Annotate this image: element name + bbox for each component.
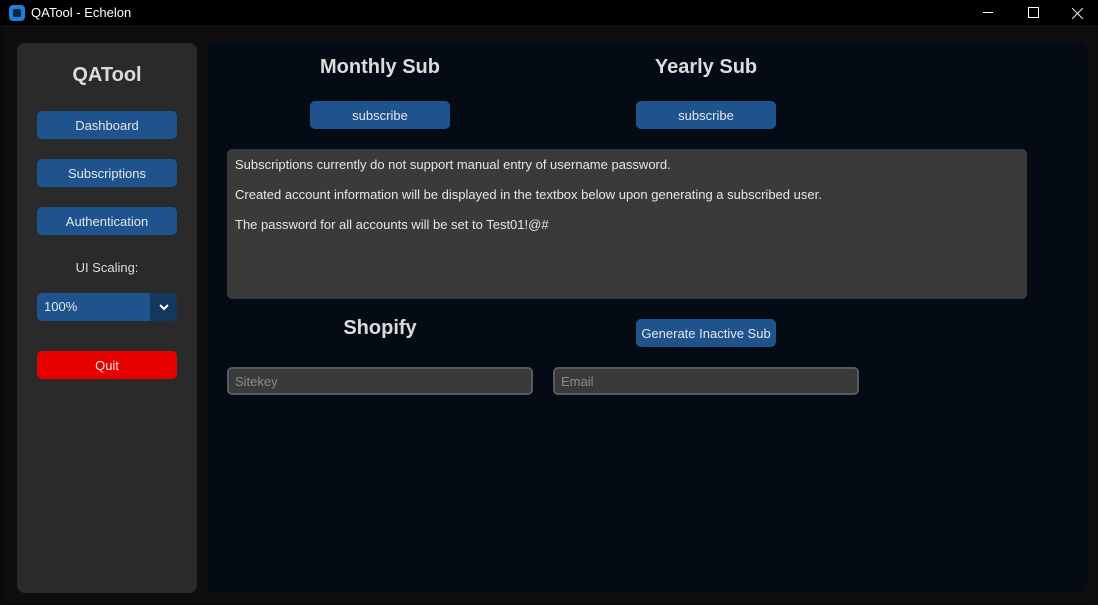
maximize-icon: [1027, 7, 1039, 18]
sidebar-title: QATool: [72, 64, 142, 86]
close-button[interactable]: [1055, 0, 1098, 25]
maximize-button[interactable]: [1010, 0, 1056, 25]
yearly-subscribe-button[interactable]: subscribe: [636, 101, 776, 129]
info-textbox[interactable]: Subscriptions currently do not support m…: [227, 149, 1027, 299]
dashboard-button[interactable]: Dashboard: [37, 111, 177, 139]
close-icon: [1072, 7, 1084, 19]
yearly-sub-heading: Yearly Sub: [654, 56, 758, 78]
info-line: Created account information will be disp…: [235, 187, 822, 202]
info-line: Subscriptions currently do not support m…: [235, 157, 671, 172]
minimize-icon: [983, 12, 993, 13]
shopify-heading: Shopify: [343, 317, 417, 339]
email-input[interactable]: [553, 367, 859, 395]
ui-scaling-value: 100%: [44, 299, 78, 314]
window-title: QATool - Echelon: [31, 5, 132, 20]
minimize-button[interactable]: [965, 0, 1011, 25]
chevron-down-icon[interactable]: [150, 293, 177, 321]
monthly-subscribe-button[interactable]: subscribe: [310, 101, 450, 129]
app-icon: [9, 5, 25, 21]
subscriptions-button[interactable]: Subscriptions: [37, 159, 177, 187]
ui-scaling-dropdown[interactable]: 100%: [37, 293, 177, 321]
title-bar: QATool - Echelon: [0, 0, 1098, 25]
generate-inactive-sub-button[interactable]: Generate Inactive Sub: [636, 319, 776, 347]
sitekey-input[interactable]: [227, 367, 533, 395]
ui-scaling-label: UI Scaling:: [75, 260, 139, 275]
info-line: The password for all accounts will be se…: [235, 217, 549, 232]
quit-button[interactable]: Quit: [37, 351, 177, 379]
authentication-button[interactable]: Authentication: [37, 207, 177, 235]
monthly-sub-heading: Monthly Sub: [320, 56, 440, 78]
